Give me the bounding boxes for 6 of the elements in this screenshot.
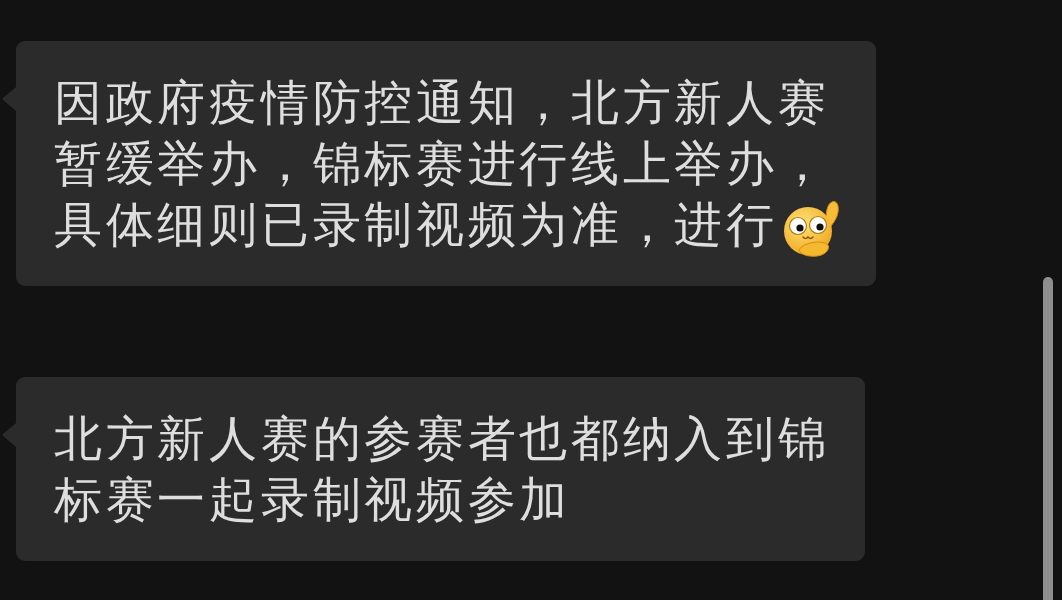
message-text: 暂缓举办，锦标赛进行线上举办， xyxy=(54,134,830,193)
message-text: 因政府疫情防控通知，北方新人赛 xyxy=(54,73,830,132)
message-text: 北方新人赛的参赛者也都纳入到锦 xyxy=(54,409,830,468)
message-text: 具体细则已录制视频为准，进行 xyxy=(54,195,778,254)
scrollbar-thumb[interactable] xyxy=(1043,277,1053,600)
message-text: 标赛一起录制视频参加 xyxy=(54,470,571,529)
